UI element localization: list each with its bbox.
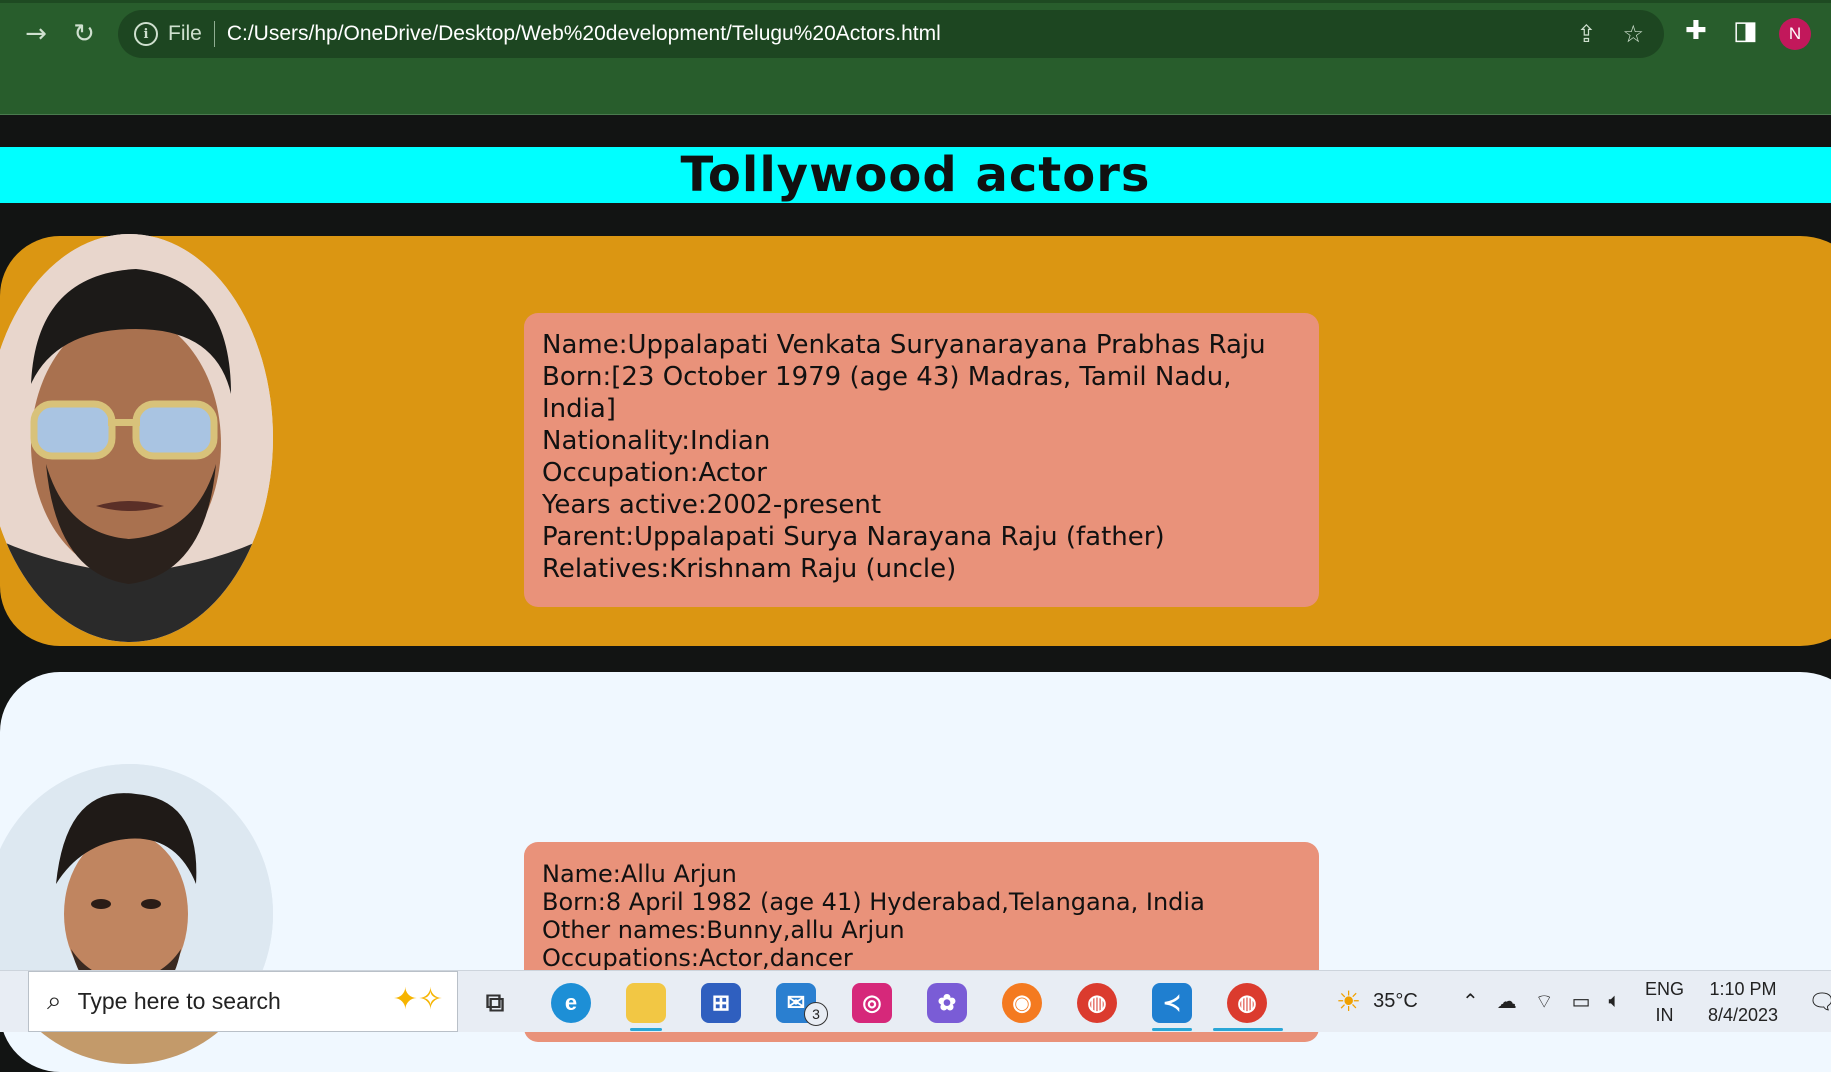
address-bar-actions: ⇪ ☆ [1576,10,1644,58]
divider [213,21,215,47]
actor-nationality: Nationality:Indian [542,426,771,456]
weather-temp: 35°C [1373,990,1418,1012]
wifi-icon[interactable]: ⌔ [1535,989,1554,1014]
actor-parent: Parent:Uppalapati Surya Narayana Raju (f… [542,522,1165,552]
arrow-right-icon: → [25,19,47,49]
browser-toolbar: → ↻ i File C:/Users/hp/OneDrive/Desktop/… [0,0,1831,115]
actor-info-box: Name:Uppalapati Venkata Suryanarayana Pr… [524,313,1319,607]
language-code: ENG [1645,978,1685,999]
info-icon[interactable]: i [134,22,158,46]
reload-icon: ↻ [73,19,95,49]
search-icon: ⌕ [47,986,62,1016]
windows-taskbar: ⌕ Type here to search ✦✧ ⧉ e ⊞ ✉ 3 ◎ ✿ ◉… [0,970,1831,1032]
battery-icon[interactable]: ▭ [1572,989,1591,1014]
actor-name: Name:Uppalapati Venkata Suryanarayana Pr… [542,330,1266,360]
forward-button[interactable]: → [16,14,56,54]
actor-born: Born:[23 October 1979 (age 43) Madras, T… [542,362,1232,424]
actor-occupation: Occupation:Actor [542,458,767,488]
volume-icon[interactable]: 🔈︎ [1608,990,1620,1013]
actor-occupations: Occupations:Actor,dancer [542,944,853,972]
clock-time: 1:10 PM [1709,978,1777,999]
mail-badge: 3 [804,1002,828,1026]
profile-avatar[interactable]: N [1779,18,1811,50]
copilot-icon[interactable]: ✿ [927,983,967,1023]
language-indicator[interactable]: ENG IN [1645,971,1684,1032]
instagram-icon[interactable]: ◎ [852,983,892,1023]
chevron-up-icon[interactable]: ⌃ [1462,989,1479,1014]
actor-born: Born:8 April 1982 (age 41) Hyderabad,Tel… [542,888,1205,916]
microsoft-store-icon[interactable]: ⊞ [701,983,741,1023]
scheme-label: File [168,22,202,45]
taskbar-search[interactable]: ⌕ Type here to search ✦✧ [28,971,458,1032]
edge-browser-icon[interactable]: e [551,983,591,1023]
file-explorer-icon[interactable] [626,983,666,1023]
chrome-profile-icon[interactable]: ◍ [1227,983,1267,1023]
actor-relatives: Relatives:Krishnam Raju (uncle) [542,554,957,584]
bookmark-star-icon[interactable]: ☆ [1622,20,1644,48]
system-tray: ⌃ ☁ ⌔ ▭ 🔈︎ [1462,971,1620,1032]
notifications-icon[interactable]: 🗨︎ [1808,971,1831,1032]
address-bar[interactable]: i File C:/Users/hp/OneDrive/Desktop/Web%… [118,10,1664,58]
chrome-icon[interactable]: ◍ [1077,983,1117,1023]
actor-other-names: Other names:Bunny,allu Arjun [542,916,905,944]
clock[interactable]: 1:10 PM 8/4/2023 [1703,971,1783,1032]
url-text[interactable]: C:/Users/hp/OneDrive/Desktop/Web%20devel… [227,22,941,46]
actor-years-active: Years active:2002-present [542,490,882,520]
actor-name: Name:Allu Arjun [542,860,737,888]
weather-sun-icon: ☀ [1336,986,1362,1017]
region-code: IN [1655,1004,1674,1025]
vscode-icon[interactable]: ≺ [1152,983,1192,1023]
onedrive-cloud-icon[interactable]: ☁ [1497,989,1517,1014]
firefox-icon[interactable]: ◉ [1002,983,1042,1023]
page-title: Tollywood actors [0,147,1831,203]
reload-button[interactable]: ↻ [64,14,104,54]
share-icon[interactable]: ⇪ [1576,20,1596,48]
side-panel-icon[interactable]: ◨ [1733,16,1758,46]
clock-date: 8/4/2023 [1707,1004,1779,1025]
search-placeholder: Type here to search [77,988,281,1014]
task-view-icon[interactable]: ⧉ [475,983,515,1023]
tab-strip-edge [0,0,1831,3]
sparkle-icon: ✦✧ [392,982,443,1017]
extensions-icon[interactable]: ✚ [1685,16,1707,46]
weather-widget[interactable]: ☀ 35°C [1336,971,1418,1032]
